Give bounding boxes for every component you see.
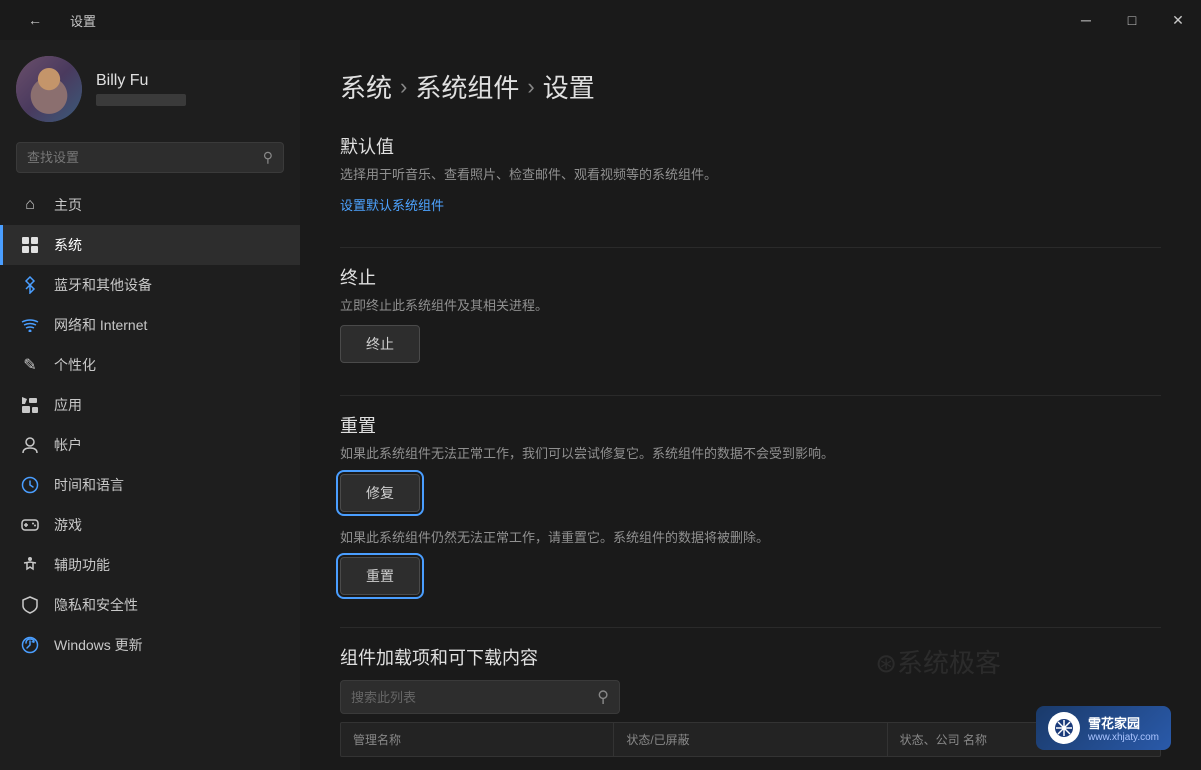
addon-search-input[interactable] (351, 690, 589, 705)
sidebar-item-system[interactable]: 系统 (0, 225, 300, 265)
sidebar-item-home[interactable]: ⌂ 主页 (0, 185, 300, 225)
minimize-button[interactable]: ─ (1063, 0, 1109, 40)
time-icon (20, 475, 40, 495)
search-container: ⚲ (0, 134, 300, 185)
titlebar: ← 设置 ─ □ ✕ (0, 0, 1201, 40)
network-icon (20, 315, 40, 335)
repair-button[interactable]: 修复 (340, 474, 420, 512)
titlebar-controls: ─ □ ✕ (1063, 0, 1201, 40)
sidebar-item-apps[interactable]: 应用 (0, 385, 300, 425)
sidebar-item-label: 时间和语言 (54, 475, 124, 495)
divider-1 (340, 247, 1161, 248)
table-col-1: 管理名称 (341, 723, 614, 756)
defaults-desc: 选择用于听音乐、查看照片、检查邮件、观看视频等的系统组件。 (340, 165, 1161, 185)
sidebar-item-accessibility[interactable]: 辅助功能 (0, 545, 300, 585)
sidebar-item-personalization[interactable]: ✎ 个性化 (0, 345, 300, 385)
close-button[interactable]: ✕ (1155, 0, 1201, 40)
windows-update-icon (20, 635, 40, 655)
terminate-button[interactable]: 终止 (340, 325, 420, 363)
table-col-2: 状态/已屏蔽 (614, 723, 887, 756)
sidebar-item-network[interactable]: 网络和 Internet (0, 305, 300, 345)
reset-section: 重置 如果此系统组件无法正常工作，我们可以尝试修复它。系统组件的数据不会受到影响… (340, 412, 1161, 595)
reset-title: 重置 (340, 412, 1161, 438)
accounts-icon (20, 435, 40, 455)
breadcrumb-components[interactable]: 系统组件 (415, 68, 519, 105)
avatar (16, 56, 82, 122)
sidebar-item-label: 游戏 (54, 515, 82, 535)
personalization-icon: ✎ (20, 355, 40, 375)
profile-subtitle (96, 94, 186, 106)
sidebar-item-label: 主页 (54, 195, 82, 215)
back-button[interactable]: ← (12, 0, 58, 40)
maximize-button[interactable]: □ (1109, 0, 1155, 40)
home-icon: ⌂ (20, 195, 40, 215)
reset-desc: 如果此系统组件仍然无法正常工作，请重置它。系统组件的数据将被删除。 (340, 528, 1161, 548)
breadcrumb-sep-2: › (527, 74, 534, 100)
sidebar-item-label: 系统 (54, 235, 82, 255)
sidebar-item-label: Windows 更新 (54, 635, 143, 655)
sidebar-item-label: 蓝牙和其他设备 (54, 275, 152, 295)
addon-search-box[interactable]: ⚲ (340, 680, 620, 714)
repair-desc: 如果此系统组件无法正常工作，我们可以尝试修复它。系统组件的数据不会受到影响。 (340, 444, 1161, 464)
sidebar-item-label: 隐私和安全性 (54, 595, 138, 615)
breadcrumb: 系统 › 系统组件 › 设置 (340, 68, 1161, 105)
titlebar-title: 设置 (70, 11, 96, 30)
nav-list: ⌂ 主页 系统 (0, 185, 300, 665)
reset-button[interactable]: 重置 (340, 557, 420, 595)
terminate-section: 终止 立即终止此系统组件及其相关进程。 终止 (340, 264, 1161, 364)
sidebar: Billy Fu ⚲ ⌂ 主页 (0, 40, 300, 770)
search-box[interactable]: ⚲ (16, 142, 284, 173)
profile-section[interactable]: Billy Fu (0, 40, 300, 134)
sidebar-item-accounts[interactable]: 帐户 (0, 425, 300, 465)
gaming-icon (20, 515, 40, 535)
sidebar-item-privacy[interactable]: 隐私和安全性 (0, 585, 300, 625)
terminate-desc: 立即终止此系统组件及其相关进程。 (340, 296, 1161, 316)
content-area: 系统 › 系统组件 › 设置 默认值 选择用于听音乐、查看照片、检查邮件、观看视… (300, 40, 1201, 770)
sidebar-item-bluetooth[interactable]: 蓝牙和其他设备 (0, 265, 300, 305)
defaults-link[interactable]: 设置默认系统组件 (340, 198, 444, 213)
profile-name: Billy Fu (96, 72, 186, 90)
addons-section: 组件加载项和可下载内容 ⚲ 管理名称 状态/已屏蔽 状态、公司 名称 (340, 644, 1161, 757)
main-container: Billy Fu ⚲ ⌂ 主页 (0, 40, 1201, 770)
addon-search-icon: ⚲ (597, 687, 609, 707)
titlebar-left: ← 设置 (12, 0, 96, 40)
avatar-image (16, 56, 82, 122)
defaults-title: 默认值 (340, 133, 1161, 159)
sidebar-item-windows-update[interactable]: Windows 更新 (0, 625, 300, 665)
breadcrumb-system[interactable]: 系统 (340, 68, 392, 105)
terminate-title: 终止 (340, 264, 1161, 290)
defaults-section: 默认值 选择用于听音乐、查看照片、检查邮件、观看视频等的系统组件。 设置默认系统… (340, 133, 1161, 215)
breadcrumb-sep-1: › (400, 74, 407, 100)
sidebar-item-time[interactable]: 时间和语言 (0, 465, 300, 505)
sidebar-item-label: 应用 (54, 395, 82, 415)
divider-3 (340, 627, 1161, 628)
system-icon (20, 235, 40, 255)
table-header: 管理名称 状态/已屏蔽 状态、公司 名称 (340, 722, 1161, 757)
search-input[interactable] (27, 150, 255, 165)
profile-info: Billy Fu (96, 72, 186, 106)
apps-icon (20, 395, 40, 415)
divider-2 (340, 395, 1161, 396)
sidebar-item-label: 网络和 Internet (54, 315, 147, 335)
table-col-3: 状态、公司 名称 (888, 723, 1160, 756)
privacy-icon (20, 595, 40, 615)
addons-title: 组件加载项和可下载内容 (340, 644, 1161, 670)
accessibility-icon (20, 555, 40, 575)
sidebar-item-gaming[interactable]: 游戏 (0, 505, 300, 545)
sidebar-item-label: 辅助功能 (54, 555, 110, 575)
bluetooth-icon (20, 275, 40, 295)
sidebar-item-label: 帐户 (54, 435, 82, 455)
search-icon: ⚲ (263, 149, 273, 166)
sidebar-item-label: 个性化 (54, 355, 96, 375)
breadcrumb-current: 设置 (543, 68, 595, 105)
